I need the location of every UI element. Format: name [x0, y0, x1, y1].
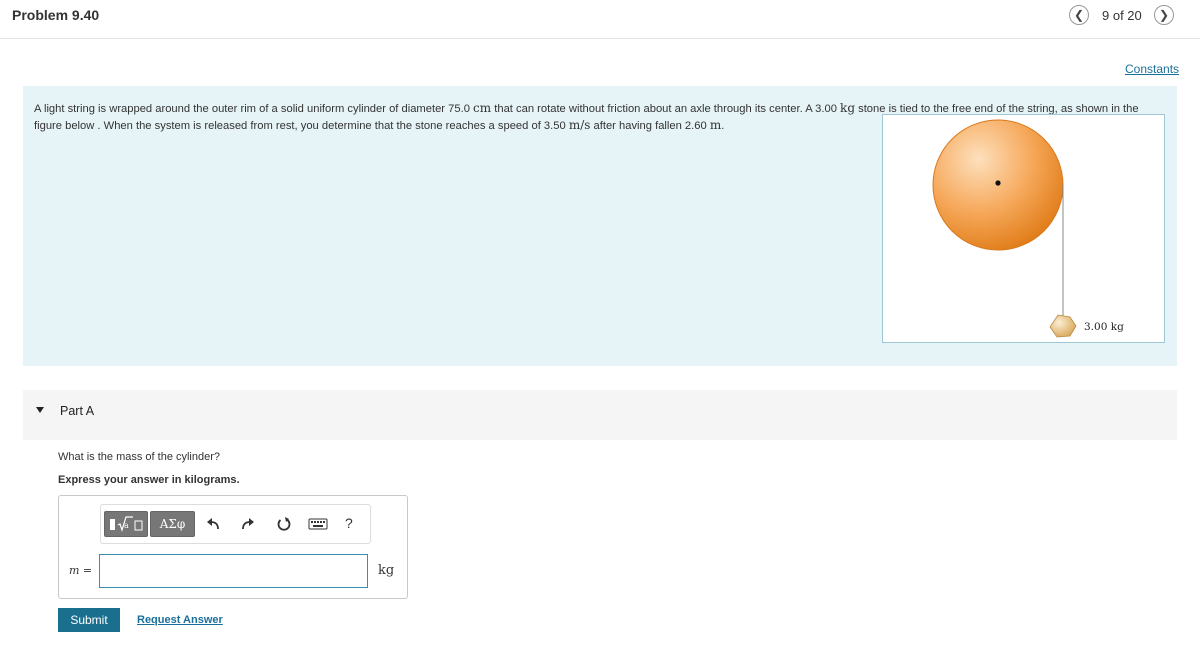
unit-m: m	[709, 118, 722, 132]
problem-text-part-5: .	[721, 120, 725, 132]
part-label: Part A	[60, 404, 95, 418]
problem-text-part-1: A light string is wrapped around the out…	[34, 103, 474, 115]
undo-icon	[207, 518, 219, 530]
submit-button[interactable]: Submit	[58, 608, 120, 632]
previous-button[interactable]: ❮	[1069, 5, 1089, 25]
problem-text-part-2: that can rotate without friction about a…	[491, 103, 841, 115]
greek-symbols-button[interactable]: ΑΣφ	[150, 511, 195, 537]
stone	[1049, 314, 1077, 338]
next-button[interactable]: ❯	[1154, 5, 1174, 25]
problem-panel: A light string is wrapped around the out…	[23, 86, 1177, 366]
collapse-triangle-icon[interactable]	[36, 407, 44, 413]
chevron-left-icon: ❮	[1073, 8, 1085, 22]
stone-mass-label: 3.00 kg	[1084, 321, 1124, 333]
reset-icon	[277, 517, 291, 531]
answer-box: a ΑΣφ ? m = kg	[58, 495, 408, 599]
answer-unit: kg	[378, 563, 395, 578]
part-a-header[interactable]: Part A	[23, 390, 1177, 440]
keyboard-icon	[308, 518, 328, 530]
problem-figure: 3.00 kg	[882, 114, 1165, 343]
svg-text:a: a	[124, 521, 129, 530]
redo-icon	[242, 518, 254, 530]
templates-icon: a	[110, 516, 143, 532]
header: Problem 9.40 ❮ 9 of 20 ❯	[0, 0, 1200, 39]
undo-button[interactable]	[205, 516, 221, 532]
request-answer-link[interactable]: Request Answer	[137, 614, 223, 626]
keyboard-button[interactable]	[308, 516, 328, 532]
answer-variable: m =	[69, 564, 93, 577]
chevron-right-icon: ❯	[1158, 8, 1170, 22]
constants-link[interactable]: Constants	[1125, 62, 1179, 76]
question-text: What is the mass of the cylinder?	[58, 451, 221, 463]
unit-m-per-s: m/s	[568, 118, 591, 132]
unit-kg: kg	[840, 101, 855, 115]
pager-text: 9 of 20	[1102, 8, 1142, 23]
math-toolbar: a ΑΣφ ?	[100, 504, 371, 544]
unit-cm: cm	[473, 101, 492, 115]
figure-drawing: 3.00 kg	[932, 119, 1124, 338]
instruction-text: Express your answer in kilograms.	[58, 474, 240, 486]
page-title: Problem 9.40	[12, 7, 100, 23]
redo-button[interactable]	[240, 516, 256, 532]
answer-input[interactable]	[99, 554, 368, 588]
help-button[interactable]: ?	[345, 515, 361, 531]
axle-point	[995, 180, 1001, 186]
templates-button[interactable]: a	[104, 511, 148, 537]
reset-button[interactable]	[276, 516, 292, 532]
problem-text-part-4: after having fallen 2.60	[590, 120, 710, 132]
